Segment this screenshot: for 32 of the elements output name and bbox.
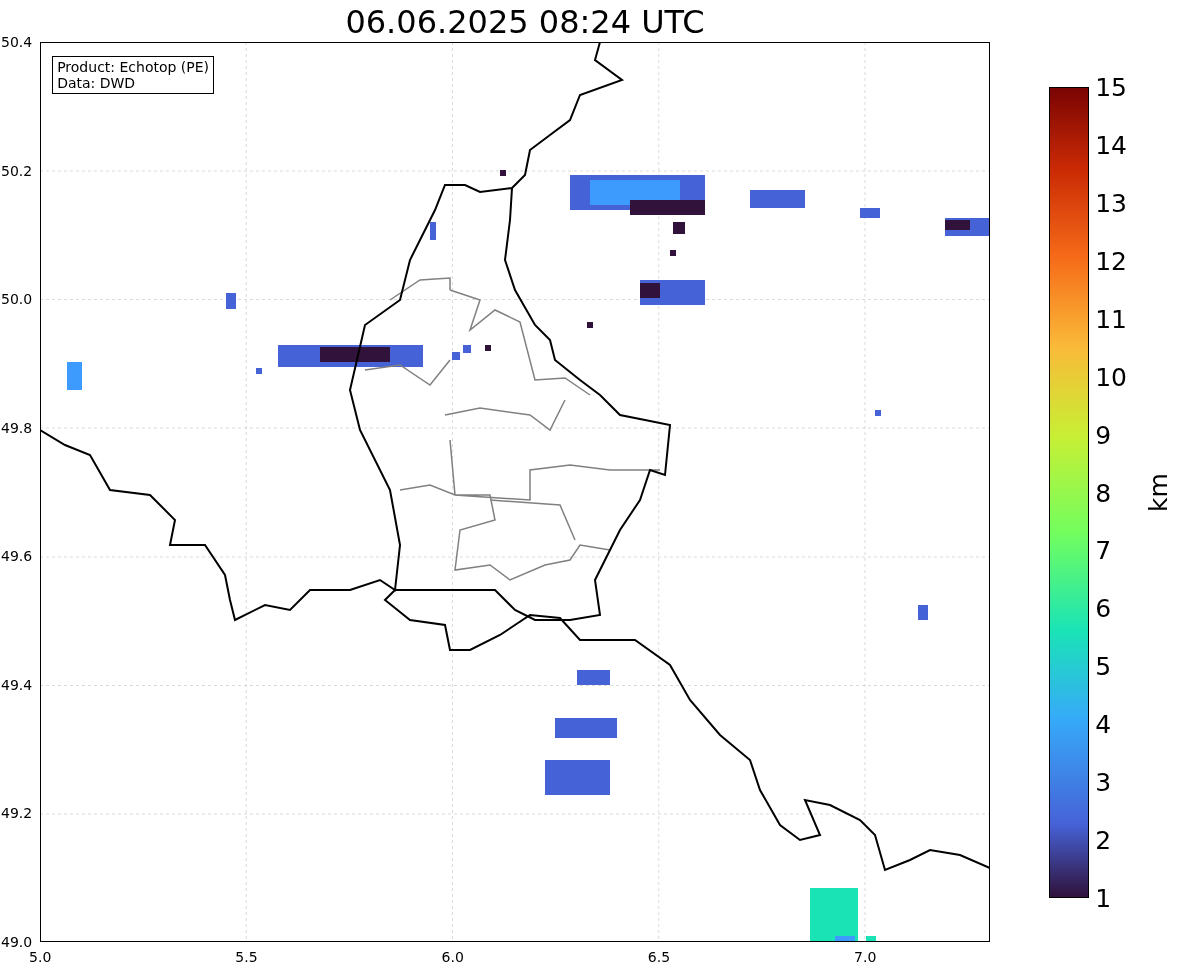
axis-tick-label: 5.0 <box>29 949 52 965</box>
colorbar-tick-label: 1 <box>1095 883 1112 913</box>
colorbar-tick-label: 11 <box>1095 304 1127 334</box>
legend-text: Product: Echotop (PE) <box>57 59 210 75</box>
axis-tick-label: 49.8 <box>1 419 33 436</box>
legend-text: Data: DWD <box>57 75 137 91</box>
axis-tick-label: 6.0 <box>441 949 464 965</box>
axis-tick-label: 5.5 <box>235 949 258 965</box>
colorbar-tick-label: 8 <box>1095 478 1112 507</box>
axis-tick-label: 7.0 <box>854 949 877 965</box>
axis-tick-label: 49.4 <box>1 676 33 693</box>
colorbar-tick-label: 12 <box>1095 246 1127 276</box>
colorbar-tick-label: 10 <box>1095 362 1127 392</box>
colorbar-tick-label: 9 <box>1095 420 1112 450</box>
colorbar-tick-label: 2 <box>1095 825 1112 855</box>
axis-tick-label: 6.5 <box>647 949 671 965</box>
axis-tick-label: 50.2 <box>1 162 33 179</box>
colorbar-tick-label: 7 <box>1095 535 1112 565</box>
colorbar-tick-label: 13 <box>1095 188 1127 218</box>
colorbar-tick-label: 3 <box>1095 767 1112 797</box>
colorbar-tick-label: 5 <box>1095 651 1112 681</box>
plot-title: 06.06.2025 08:24 UTC <box>345 2 705 42</box>
axis-tick-label: 49.0 <box>1 934 33 950</box>
colorbar-tick-label: 6 <box>1095 593 1112 623</box>
colorbar-tick-label: 14 <box>1095 130 1127 160</box>
colorbar-label: km <box>1144 473 1174 512</box>
colorbar-tick-label: 4 <box>1095 709 1112 739</box>
axis-tick-label: 50.0 <box>1 291 33 308</box>
axis-tick-label: 49.6 <box>1 548 33 565</box>
colorbar-tick-label: 15 <box>1095 72 1127 102</box>
axis-tick-label: 50.4 <box>1 34 33 50</box>
axis-tick-label: 49.2 <box>1 805 33 822</box>
